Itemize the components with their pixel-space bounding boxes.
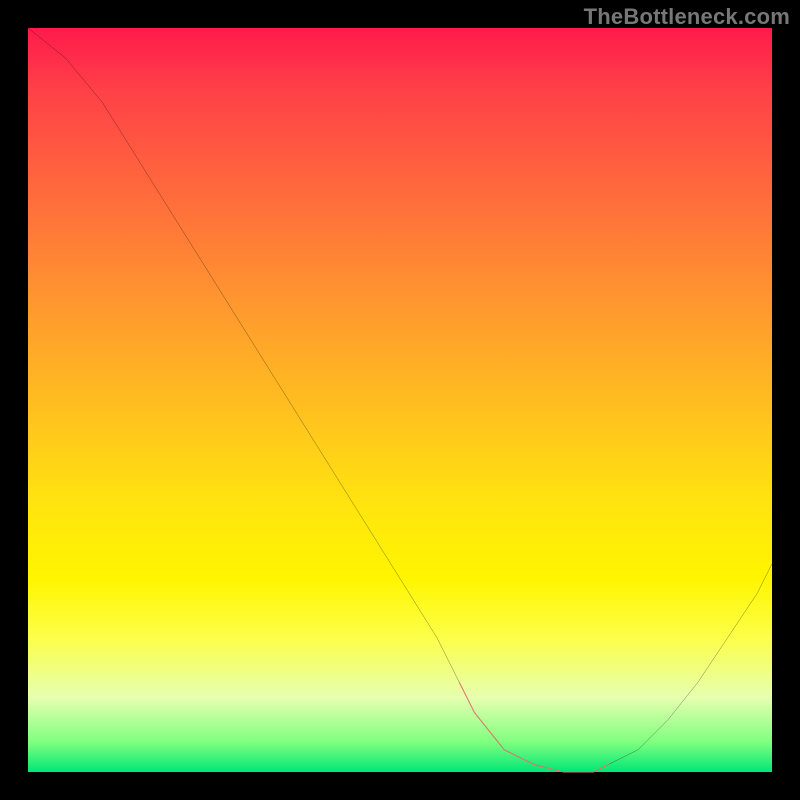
highlight-layer [28, 28, 772, 772]
chart-frame: TheBottleneck.com [0, 0, 800, 800]
highlight-segment [460, 683, 609, 772]
plot-area [28, 28, 772, 772]
watermark-text: TheBottleneck.com [584, 4, 790, 30]
